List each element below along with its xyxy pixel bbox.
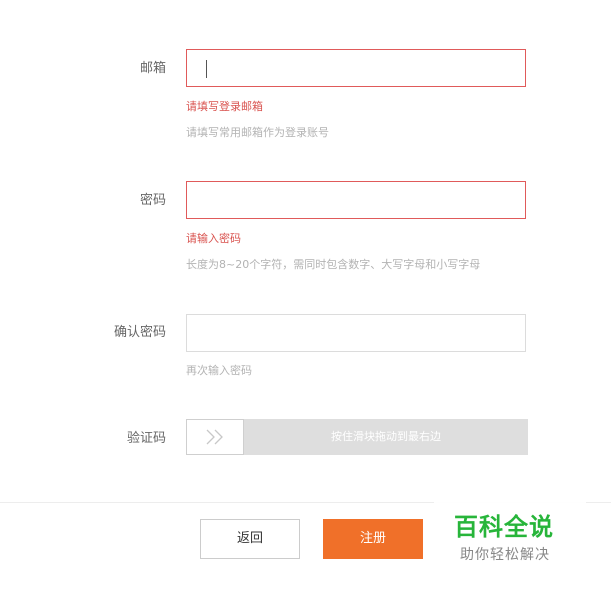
captcha-slider[interactable]: 按住滑块拖动到最右边 (186, 419, 528, 455)
watermark-title: 百科全说 (454, 513, 554, 541)
text-caret (206, 60, 207, 78)
back-button[interactable]: 返回 (200, 519, 300, 559)
email-label: 邮箱 (139, 61, 166, 76)
captcha-label: 验证码 (126, 431, 166, 446)
email-hint: 请填写常用邮箱作为登录账号 (186, 126, 329, 139)
email-field[interactable] (186, 49, 526, 87)
email-error-message: 请填写登录邮箱 (186, 100, 263, 113)
slider-handle[interactable] (186, 419, 244, 455)
password-label: 密码 (139, 193, 166, 208)
password-field[interactable] (186, 181, 526, 219)
double-chevron-right-icon (206, 429, 223, 445)
confirm-password-hint: 再次输入密码 (186, 364, 252, 377)
watermark-subtitle: 助你轻松解决 (460, 547, 550, 563)
register-button[interactable]: 注册 (323, 519, 423, 559)
watermark: 百科全说 助你轻松解决 (434, 500, 586, 574)
password-hint: 长度为8~20个字符，需同时包含数字、大写字母和小写字母 (186, 258, 481, 271)
password-error-message: 请输入密码 (186, 232, 241, 245)
confirm-password-field[interactable] (186, 314, 526, 352)
confirm-password-label: 确认密码 (113, 325, 166, 340)
slider-instruction: 按住滑块拖动到最右边 (331, 430, 441, 443)
